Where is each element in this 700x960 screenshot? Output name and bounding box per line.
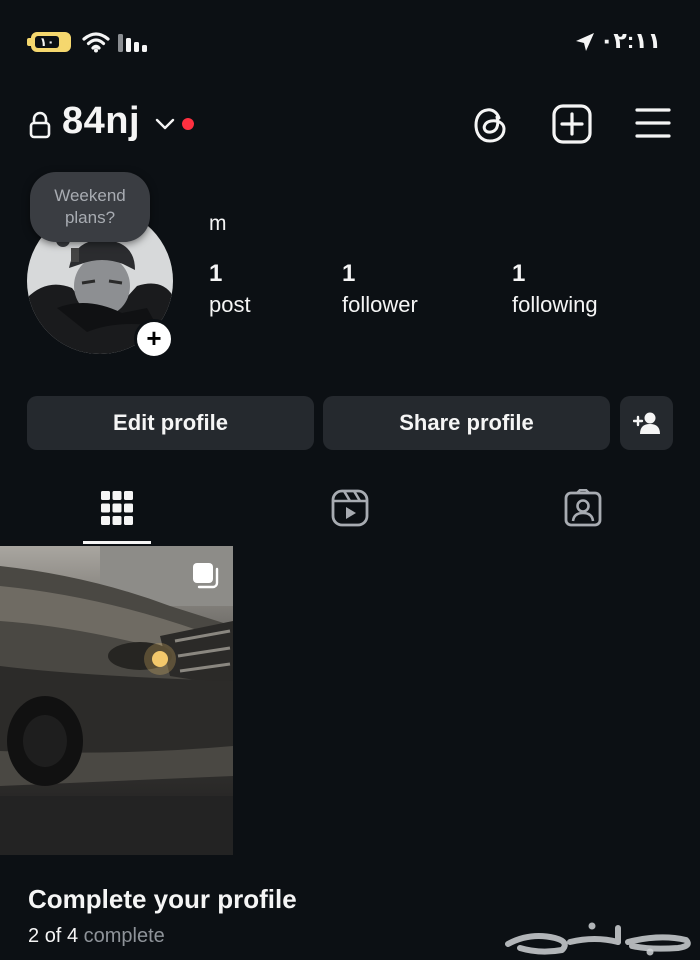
active-tab-indicator	[83, 541, 151, 544]
following-label[interactable]: following	[512, 292, 598, 318]
followers-label[interactable]: follower	[342, 292, 418, 318]
reels-icon[interactable]	[331, 489, 369, 527]
signal-icon	[118, 34, 147, 52]
progress-total: 4	[66, 925, 79, 947]
threads-icon[interactable]	[472, 105, 510, 145]
grid-icon[interactable]	[100, 490, 134, 526]
following-count[interactable]: 1	[512, 260, 525, 288]
post-thumbnail[interactable]	[0, 546, 233, 855]
chevron-down-icon[interactable]	[155, 117, 175, 131]
display-name: m	[209, 212, 227, 235]
progress-done: 2	[28, 925, 40, 947]
complete-profile-title: Complete your profile	[28, 884, 297, 914]
progress-of: of	[44, 925, 62, 947]
battery-level: ١٠	[39, 35, 55, 49]
username-switcher[interactable]: 84nj	[62, 100, 140, 143]
car-photo	[0, 546, 233, 855]
lock-icon	[29, 111, 51, 139]
create-post-icon[interactable]	[552, 104, 592, 144]
note-bubble[interactable]: Weekend plans?	[30, 172, 150, 242]
edit-profile-button[interactable]: Edit profile	[27, 396, 314, 450]
note-text: Weekend plans?	[54, 186, 126, 227]
status-time: ٠٢:١١	[600, 28, 662, 53]
multiple-images-icon	[193, 563, 219, 589]
watermark-logo	[505, 922, 691, 956]
tagged-icon[interactable]	[564, 489, 602, 527]
add-person-icon	[633, 412, 660, 434]
share-profile-button[interactable]: Share profile	[323, 396, 610, 450]
followers-count[interactable]: 1	[342, 260, 355, 288]
progress-suffix: complete	[83, 925, 165, 947]
location-arrow-icon	[576, 33, 594, 51]
add-story-button[interactable]: +	[134, 319, 174, 359]
menu-icon[interactable]	[635, 107, 671, 139]
battery-icon: ١٠	[31, 32, 71, 52]
posts-count[interactable]: 1	[209, 260, 222, 288]
posts-label[interactable]: post	[209, 292, 251, 318]
discover-people-button[interactable]	[620, 396, 673, 450]
complete-profile-progress: 2 of 4 complete	[28, 925, 165, 948]
wifi-icon	[82, 32, 110, 53]
notification-dot	[182, 118, 194, 130]
